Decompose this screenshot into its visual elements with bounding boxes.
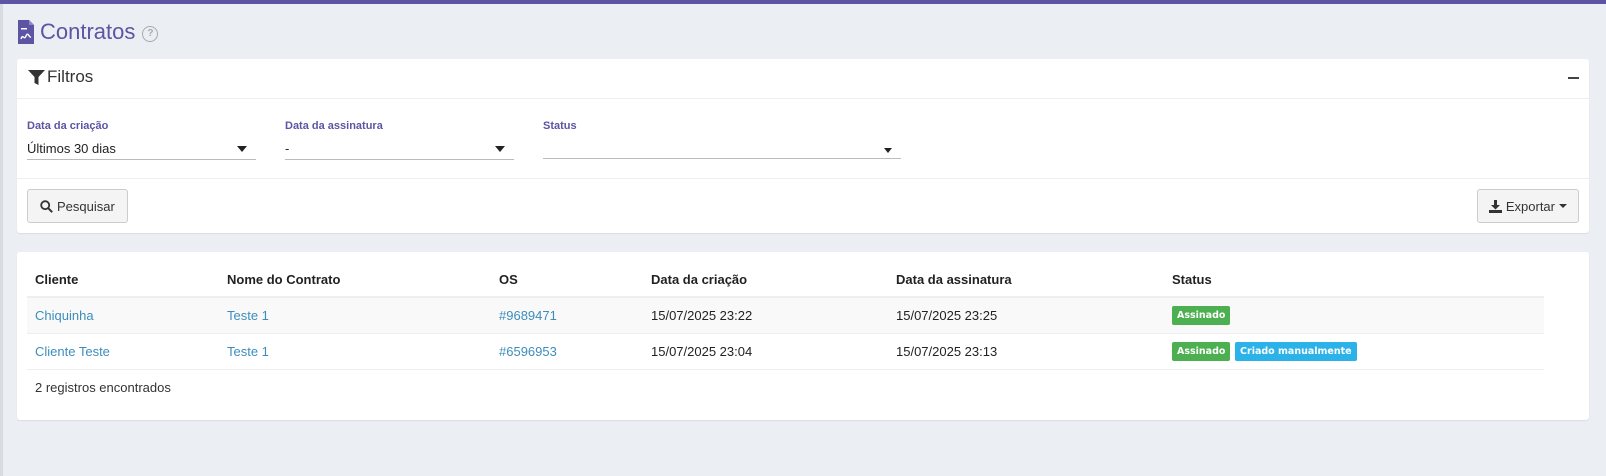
chevron-down-icon — [884, 148, 892, 153]
header-cliente[interactable]: Cliente — [27, 262, 219, 298]
os-link[interactable]: #9689471 — [499, 308, 557, 323]
client-link[interactable]: Cliente Teste — [35, 344, 110, 359]
contracts-table: Cliente Nome do Contrato OS Data da cria… — [27, 262, 1544, 370]
collapse-button[interactable] — [1568, 77, 1579, 79]
top-accent-bar — [0, 0, 1606, 4]
field-label: Data da assinatura — [285, 120, 383, 132]
results-panel: Cliente Nome do Contrato OS Data da cria… — [17, 252, 1589, 420]
status-select[interactable] — [543, 138, 901, 159]
data-criacao-select[interactable]: Últimos 30 dias — [27, 138, 256, 160]
cell-cliente: Chiquinha — [27, 297, 219, 334]
cell-data-assinatura: 15/07/2025 23:25 — [888, 297, 1164, 334]
manual-badge: Criado manualmente — [1235, 341, 1357, 361]
chevron-down-icon — [237, 146, 247, 152]
cell-os: #9689471 — [491, 297, 643, 334]
data-assinatura-select[interactable]: - — [285, 138, 514, 160]
field-label: Data da criação — [27, 120, 109, 132]
file-contract-icon — [18, 20, 34, 44]
search-icon — [40, 199, 53, 213]
cell-contrato: Teste 1 — [219, 297, 491, 334]
cell-cliente: Cliente Teste — [27, 333, 219, 370]
status-badge: Assinado — [1172, 305, 1231, 325]
cell-os: #6596953 — [491, 333, 643, 370]
header-os[interactable]: OS — [491, 262, 643, 298]
header-data-criacao[interactable]: Data da criação — [643, 262, 888, 298]
chevron-down-icon — [495, 146, 505, 152]
export-label: Exportar — [1505, 198, 1555, 214]
cell-data-criacao: 15/07/2025 23:22 — [643, 297, 888, 334]
table-row: Chiquinha Teste 1 #9689471 15/07/2025 23… — [27, 297, 1544, 334]
select-value: - — [285, 141, 290, 156]
filters-header[interactable]: Filtros — [17, 59, 1589, 99]
cell-data-assinatura: 15/07/2025 23:13 — [888, 333, 1164, 370]
page-header: Contratos ? — [17, 16, 159, 48]
field-label: Status — [543, 120, 577, 132]
filters-footer: Pesquisar Exportar — [17, 178, 1589, 233]
left-border — [0, 4, 3, 476]
search-button[interactable]: Pesquisar — [27, 189, 128, 223]
download-icon — [1488, 199, 1502, 213]
header-status[interactable]: Status — [1164, 262, 1544, 298]
caret-down-icon — [1559, 204, 1567, 208]
table-header-row: Cliente Nome do Contrato OS Data da cria… — [27, 262, 1544, 298]
cell-data-criacao: 15/07/2025 23:04 — [643, 333, 888, 370]
export-button[interactable]: Exportar — [1476, 189, 1579, 223]
cell-contrato: Teste 1 — [219, 333, 491, 370]
status-badge: Assinado — [1172, 341, 1231, 361]
contract-link[interactable]: Teste 1 — [227, 308, 269, 323]
os-link[interactable]: #6596953 — [499, 344, 557, 359]
filter-icon — [28, 70, 45, 85]
select-value: Últimos 30 dias — [27, 141, 116, 156]
filter-data-assinatura: Data da assinatura - — [285, 120, 514, 160]
client-link[interactable]: Chiquinha — [35, 308, 94, 323]
search-label: Pesquisar — [57, 198, 115, 214]
cell-status: Assinado Criado manualmente — [1164, 333, 1544, 370]
table-row: Cliente Teste Teste 1 #6596953 15/07/202… — [27, 333, 1544, 370]
cell-status: Assinado — [1164, 297, 1544, 334]
header-nome-contrato[interactable]: Nome do Contrato — [219, 262, 491, 298]
header-data-assinatura[interactable]: Data da assinatura — [888, 262, 1164, 298]
help-icon[interactable]: ? — [142, 25, 159, 42]
contract-link[interactable]: Teste 1 — [227, 344, 269, 359]
filter-data-criacao: Data da criação Últimos 30 dias — [27, 120, 256, 160]
page-title: Contratos — [40, 19, 136, 44]
filters-panel: Filtros Data da criação Últimos 30 dias … — [17, 59, 1589, 233]
filter-status: Status — [543, 120, 901, 159]
records-count: 2 registros encontrados — [35, 380, 171, 395]
filters-title: Filtros — [47, 67, 94, 86]
